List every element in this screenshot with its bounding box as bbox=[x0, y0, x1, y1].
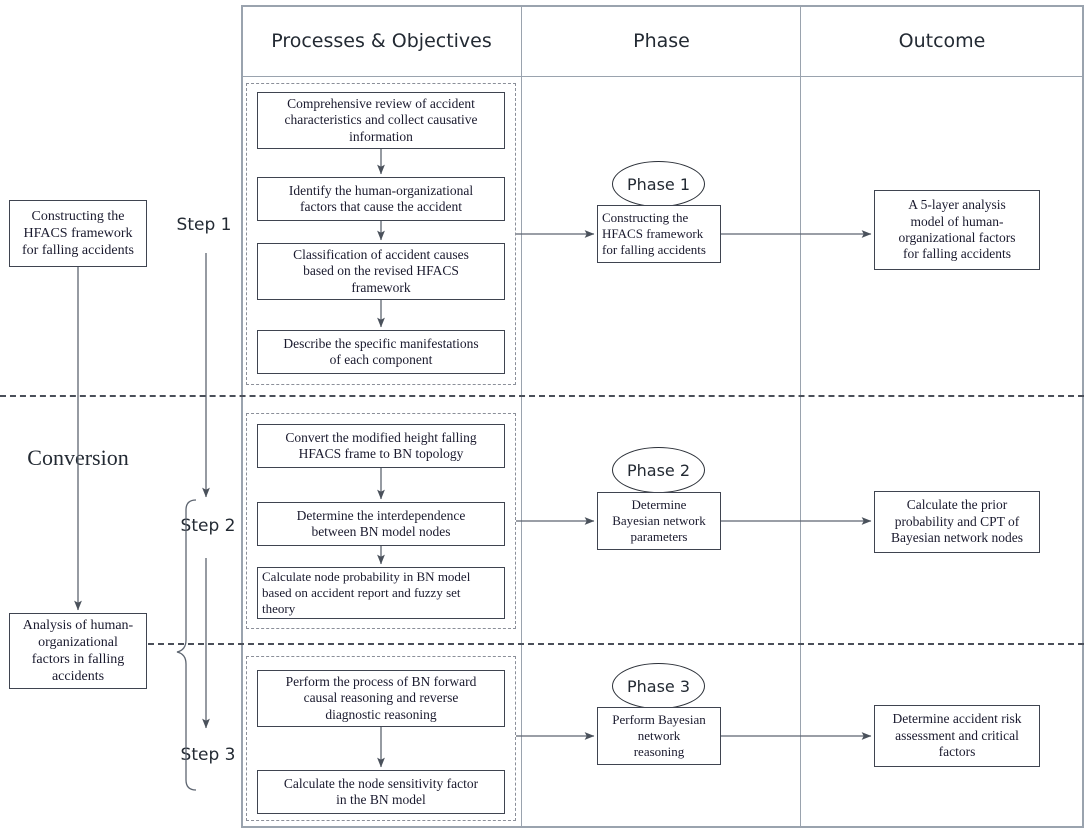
left-box-line: for falling accidents bbox=[22, 243, 134, 259]
phase-box-2: Determine Bayesian network parameters bbox=[597, 492, 721, 550]
process-box-line: Convert the modified height falling bbox=[285, 429, 477, 445]
process-box-line: causal reasoning and reverse bbox=[303, 690, 459, 706]
outcome-box-line: probability and CPT of bbox=[894, 513, 1020, 529]
process-box-line: HFACS frame to BN topology bbox=[298, 446, 464, 461]
outcome-box-line: organizational factors bbox=[898, 230, 1016, 245]
phase-box-line: Constructing the bbox=[602, 210, 689, 226]
step-label-3: Step 3 bbox=[180, 745, 236, 765]
phase-box-line: Perform Bayesian bbox=[612, 712, 706, 728]
left-box-analysis-human-org: Analysis of human- organizational factor… bbox=[9, 613, 147, 689]
section-separator-1 bbox=[0, 395, 1084, 397]
phase-badge-3: Phase 3 bbox=[612, 663, 705, 709]
left-box-line: Constructing the bbox=[31, 208, 125, 224]
process-box-line: Comprehensive review of accident bbox=[287, 95, 475, 111]
header-processes: Processes & Objectives bbox=[271, 30, 492, 52]
table-border-right bbox=[1082, 5, 1084, 828]
step-label-1: Step 1 bbox=[176, 215, 232, 235]
table-divider-processes-phase bbox=[521, 5, 523, 828]
conversion-label: Conversion bbox=[27, 445, 129, 470]
table-border-left bbox=[241, 5, 243, 828]
left-box-constructing-hfacs: Constructing the HFACS framework for fal… bbox=[9, 200, 147, 267]
process-box-line: between BN model nodes bbox=[311, 524, 451, 539]
process-box-p1-2: Identify the human-organizational factor… bbox=[257, 177, 505, 221]
outcome-box-line: model of human- bbox=[910, 213, 1004, 229]
process-box-p2-2: Determine the interdependence between BN… bbox=[257, 502, 505, 546]
section-separator-2 bbox=[148, 643, 1084, 645]
left-box-line: organizational bbox=[38, 634, 118, 650]
phase-badge-1: Phase 1 bbox=[612, 161, 705, 207]
process-box-p1-3: Classification of accident causes based … bbox=[257, 243, 505, 300]
flowchart-canvas: Processes & Objectives Phase Outcome Con… bbox=[0, 0, 1084, 838]
phase-box-3: Perform Bayesian network reasoning bbox=[597, 707, 721, 765]
header-outcome: Outcome bbox=[898, 30, 986, 52]
process-box-p3-1: Perform the process of BN forward causal… bbox=[257, 670, 505, 727]
outcome-box-line: Calculate the prior bbox=[906, 497, 1008, 513]
outcome-box-3: Determine accident risk assessment and c… bbox=[874, 705, 1040, 767]
outcome-box-1: A 5-layer analysis model of human- organ… bbox=[874, 190, 1040, 270]
process-box-line: of each component bbox=[329, 352, 433, 367]
process-box-line: framework bbox=[351, 279, 411, 295]
outcome-box-line: Determine accident risk bbox=[892, 711, 1022, 727]
table-border-bottom bbox=[241, 826, 1084, 828]
process-box-p2-3: Calculate node probability in BN model b… bbox=[257, 567, 505, 619]
table-border-top bbox=[241, 5, 1084, 7]
process-box-p2-1: Convert the modified height falling HFAC… bbox=[257, 424, 505, 468]
phase-box-line: HFACS framework bbox=[602, 226, 704, 242]
process-box-line: information bbox=[349, 128, 413, 144]
process-box-line: theory bbox=[262, 600, 296, 616]
left-box-line: HFACS framework bbox=[23, 225, 133, 241]
phase-box-line: Determine bbox=[631, 497, 687, 513]
process-box-line: Calculate the node sensitivity factor bbox=[283, 775, 479, 791]
left-box-line: accidents bbox=[51, 669, 105, 685]
phase-box-line: parameters bbox=[630, 528, 688, 544]
phase-box-1: Constructing the HFACS framework for fal… bbox=[597, 205, 721, 263]
left-box-line: factors in falling bbox=[31, 652, 125, 667]
step-label-2: Step 2 bbox=[180, 516, 236, 536]
process-box-line: diagnostic reasoning bbox=[325, 706, 437, 722]
process-box-line: factors that cause the accident bbox=[300, 199, 462, 214]
process-box-line: Describe the specific manifestations bbox=[283, 335, 479, 351]
process-box-line: Classification of accident causes bbox=[293, 246, 469, 262]
header-phase: Phase bbox=[633, 30, 690, 52]
phase-box-line: network bbox=[637, 728, 681, 744]
process-box-line: based on the revised HFACS bbox=[303, 263, 459, 279]
left-box-line: Analysis of human- bbox=[22, 617, 134, 633]
outcome-box-line: Bayesian network nodes bbox=[891, 530, 1023, 546]
table-divider-phase-outcome bbox=[800, 5, 802, 828]
process-box-line: based on accident report and fuzzy set bbox=[262, 585, 461, 601]
process-box-line: Perform the process of BN forward bbox=[285, 673, 477, 689]
table-header-rule bbox=[241, 76, 1084, 78]
process-box-p1-1: Comprehensive review of accident charact… bbox=[257, 92, 505, 149]
process-box-p1-4: Describe the specific manifestations of … bbox=[257, 330, 505, 374]
outcome-box-2: Calculate the prior probability and CPT … bbox=[874, 491, 1040, 553]
phase-box-line: Bayesian network bbox=[612, 513, 706, 529]
process-box-line: characteristics and collect causative bbox=[284, 112, 478, 128]
outcome-box-line: assessment and critical bbox=[895, 727, 1019, 743]
phase-badge-2: Phase 2 bbox=[612, 447, 705, 493]
outcome-box-line: factors bbox=[938, 744, 976, 760]
phase-box-line: reasoning bbox=[633, 743, 685, 759]
outcome-box-line: A 5-layer analysis bbox=[908, 197, 1006, 213]
process-box-p3-2: Calculate the node sensitivity factor in… bbox=[257, 770, 505, 814]
outcome-box-line: for falling accidents bbox=[903, 246, 1011, 262]
process-box-line: Determine the interdependence bbox=[296, 507, 466, 523]
phase-box-line: for falling accidents bbox=[602, 241, 706, 257]
process-box-line: Identify the human-organizational bbox=[288, 182, 474, 198]
process-box-line: in the BN model bbox=[336, 792, 426, 807]
process-box-line: Calculate node probability in BN model bbox=[262, 569, 471, 585]
